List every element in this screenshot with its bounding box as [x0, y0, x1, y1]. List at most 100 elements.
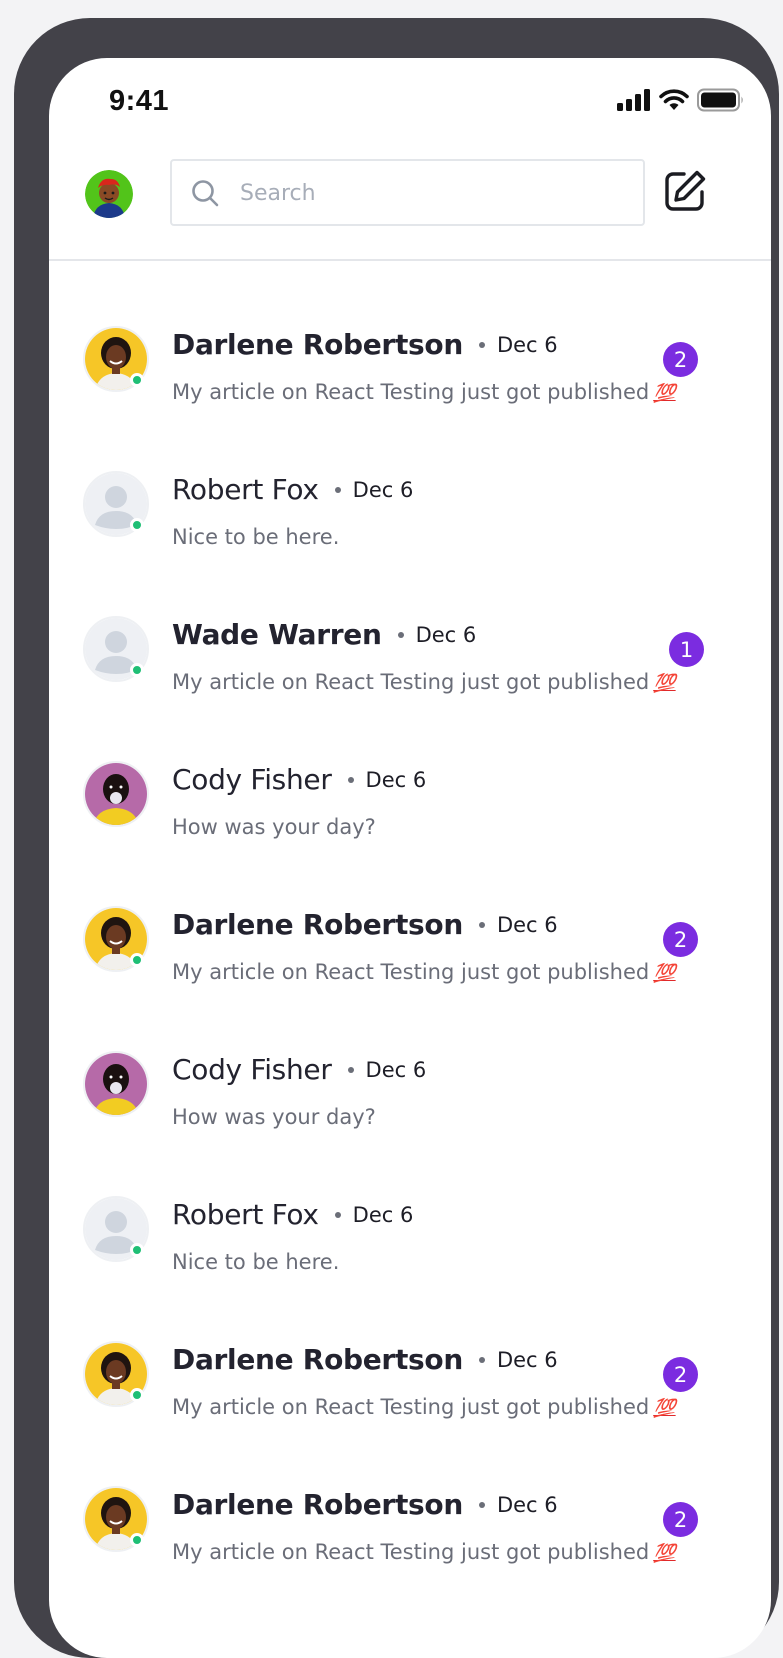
app-screen: 9:41 Search Darlene Robertson Dec 6 My a… [49, 58, 771, 1658]
online-indicator [130, 953, 144, 967]
message-date: Dec 6 [496, 1347, 558, 1372]
name-row: Wade Warren Dec 6 [172, 618, 476, 651]
message-preview: My article on React Testing just got pub… [172, 1395, 676, 1419]
contact-name: Darlene Robertson [172, 1343, 463, 1376]
conversation-item[interactable]: Robert Fox Dec 6 Nice to be here. [49, 441, 771, 586]
message-date: Dec 6 [365, 767, 427, 792]
message-preview: Nice to be here. [172, 525, 339, 549]
conversation-item[interactable]: Darlene Robertson Dec 6 My article on Reac… [49, 1311, 771, 1456]
contact-name: Wade Warren [172, 618, 382, 651]
name-row: Cody Fisher Dec 6 [172, 1053, 426, 1086]
compose-icon [665, 170, 706, 211]
search-icon [192, 180, 219, 207]
message-preview: My article on React Testing just got pub… [172, 960, 676, 984]
message-date: Dec 6 [496, 1492, 558, 1517]
avatar-container [83, 761, 149, 827]
message-date: Dec 6 [496, 912, 558, 937]
conversation-item[interactable]: Darlene Robertson Dec 6 My article on Reac… [49, 296, 771, 441]
contact-name: Cody Fisher [172, 1053, 332, 1086]
name-row: Darlene Robertson Dec 6 [172, 1488, 558, 1521]
message-preview-text: My article on React Testing just got pub… [172, 1540, 650, 1564]
online-indicator [130, 373, 144, 387]
message-date: Dec 6 [415, 622, 477, 647]
conversation-item[interactable]: Wade Warren Dec 6 My article on React Test… [49, 586, 771, 731]
hundred-points-icon: 💯 [653, 673, 676, 694]
separator-dot [478, 1356, 485, 1363]
message-preview: Nice to be here. [172, 1250, 339, 1274]
avatar-container [83, 1051, 149, 1117]
separator-dot [334, 486, 341, 493]
contact-name: Robert Fox [172, 473, 319, 506]
avatar-container [83, 326, 149, 392]
message-preview: My article on React Testing just got pub… [172, 1540, 676, 1564]
message-date: Dec 6 [352, 477, 414, 502]
online-indicator [130, 663, 144, 677]
message-preview-text: My article on React Testing just got pub… [172, 1395, 650, 1419]
separator-dot [478, 341, 485, 348]
avatar [83, 1051, 149, 1117]
wifi-icon [659, 89, 689, 110]
message-preview: How was your day? [172, 1105, 376, 1129]
cellular-signal-icon [617, 89, 650, 111]
hundred-points-icon: 💯 [653, 1543, 676, 1564]
status-time: 9:41 [109, 85, 170, 117]
unread-count-badge: 2 [663, 1357, 698, 1392]
phone-frame: 9:41 Search Darlene Robertson Dec 6 My a… [14, 18, 779, 1658]
unread-count-badge: 2 [663, 1502, 698, 1537]
conversation-item[interactable]: Darlene Robertson Dec 6 My article on Reac… [49, 876, 771, 1021]
profile-avatar[interactable] [85, 170, 133, 218]
contact-name: Darlene Robertson [172, 328, 463, 361]
message-preview-text: My article on React Testing just got pub… [172, 380, 650, 404]
separator-dot [478, 1501, 485, 1508]
message-preview-text: Nice to be here. [172, 525, 340, 549]
online-indicator [130, 1243, 144, 1257]
separator-dot [347, 1066, 354, 1073]
name-row: Darlene Robertson Dec 6 [172, 328, 558, 361]
message-preview: My article on React Testing just got pub… [172, 380, 676, 404]
message-preview-text: My article on React Testing just got pub… [172, 960, 650, 984]
message-preview: My article on React Testing just got pub… [172, 670, 676, 694]
message-date: Dec 6 [496, 332, 558, 357]
avatar-container [83, 1196, 149, 1262]
message-preview-text: How was your day? [172, 1105, 376, 1129]
header-divider [49, 259, 771, 261]
message-preview-text: Nice to be here. [172, 1250, 340, 1274]
search-input[interactable] [238, 161, 622, 226]
contact-name: Robert Fox [172, 1198, 319, 1231]
search-bar [170, 159, 645, 226]
name-row: Robert Fox Dec 6 [172, 473, 413, 506]
status-icons [617, 88, 745, 112]
hundred-points-icon: 💯 [653, 1398, 676, 1419]
avatar-container [83, 906, 149, 972]
hundred-points-icon: 💯 [653, 383, 676, 404]
battery-icon [697, 88, 743, 112]
unread-count-badge: 2 [663, 922, 698, 957]
unread-count-badge: 1 [669, 632, 704, 667]
message-preview-text: How was your day? [172, 815, 376, 839]
online-indicator [130, 518, 144, 532]
separator-dot [334, 1211, 341, 1218]
name-row: Cody Fisher Dec 6 [172, 763, 426, 796]
compose-button[interactable] [660, 166, 710, 216]
contact-name: Cody Fisher [172, 763, 332, 796]
message-preview: How was your day? [172, 815, 376, 839]
conversation-item[interactable]: Darlene Robertson Dec 6 My article on Reac… [49, 1456, 771, 1601]
conversation-item[interactable]: Cody Fisher Dec 6 How was your day? [49, 1021, 771, 1166]
conversation-item[interactable]: Robert Fox Dec 6 Nice to be here. [49, 1166, 771, 1311]
avatar-container [83, 471, 149, 537]
contact-name: Darlene Robertson [172, 908, 463, 941]
message-preview-text: My article on React Testing just got pub… [172, 670, 650, 694]
message-date: Dec 6 [365, 1057, 427, 1082]
conversation-item[interactable]: Cody Fisher Dec 6 How was your day? [49, 731, 771, 876]
online-indicator [130, 1388, 144, 1402]
conversation-list: Darlene Robertson Dec 6 My article on Reac… [49, 296, 771, 1601]
contact-name: Darlene Robertson [172, 1488, 463, 1521]
online-indicator [130, 1533, 144, 1547]
avatar [83, 761, 149, 827]
name-row: Darlene Robertson Dec 6 [172, 908, 558, 941]
avatar-container [83, 1341, 149, 1407]
separator-dot [347, 776, 354, 783]
name-row: Darlene Robertson Dec 6 [172, 1343, 558, 1376]
name-row: Robert Fox Dec 6 [172, 1198, 413, 1231]
separator-dot [478, 921, 485, 928]
